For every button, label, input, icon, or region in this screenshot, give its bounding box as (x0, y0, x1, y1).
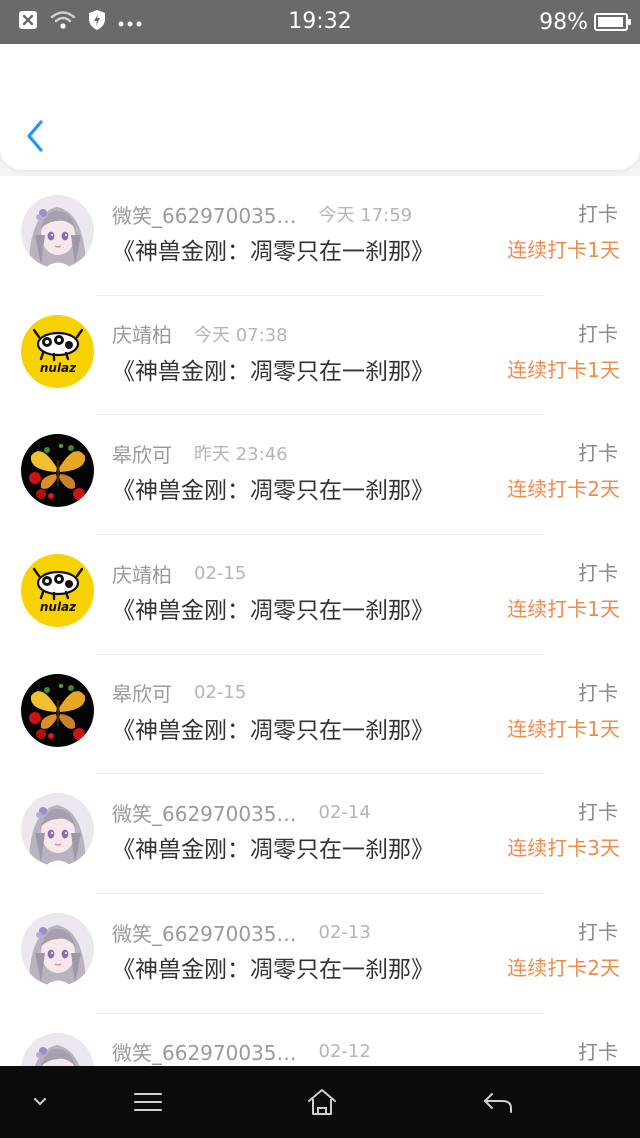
back-button[interactable] (20, 116, 50, 156)
checkin-meta: 微笑_662970035… 02-13 (112, 918, 371, 946)
timestamp: 02-14 (318, 801, 371, 823)
chevron-down-icon (34, 1098, 46, 1106)
checkin-meta: 庆靖柏 02-15 (112, 559, 246, 587)
timestamp: 今天 17:59 (318, 205, 413, 226)
avatar[interactable] (21, 434, 94, 508)
avatar[interactable] (21, 793, 94, 867)
checkin-row[interactable]: nulaz 庆靖柏 今天 07:38 《神兽金刚：凋零只在一刹那》 打卡连续打卡1天 (0, 295, 640, 416)
menu-icon (134, 1093, 162, 1111)
timestamp: 02-15 (194, 682, 247, 704)
battery-percentage: 98% (539, 9, 588, 35)
streak-label: 连续打卡1天 (507, 238, 620, 262)
checkin-meta: 庆靖柏 今天 07:38 (112, 320, 288, 348)
book-title[interactable]: 《神兽金刚：凋零只在一刹那》 (112, 352, 434, 386)
avatar[interactable]: nulaz (21, 554, 94, 628)
chevron-left-icon (27, 120, 43, 152)
username[interactable]: 庆靖柏 (112, 319, 172, 348)
streak-label: 连续打卡1天 (507, 597, 620, 622)
svg-text:nulaz: nulaz (40, 600, 77, 614)
navigation-bar (0, 1066, 640, 1138)
checkin-row[interactable]: 微笑_662970035… 今天 17:59 《神兽金刚：凋零只在一刹那》 打卡连续打… (0, 176, 640, 296)
username[interactable]: 皋欣可 (112, 439, 172, 468)
book-title[interactable]: 《神兽金刚：凋零只在一刹那》 (112, 830, 434, 864)
checkin-row[interactable]: nulaz 庆靖柏 02-15 《神兽金刚：凋零只在一刹那》 打卡连续打卡1天 (0, 535, 640, 655)
checkin-label: 打卡 (578, 561, 618, 586)
username[interactable]: 庆靖柏 (112, 559, 172, 588)
book-title[interactable]: 《神兽金刚：凋零只在一刹那》 (112, 950, 434, 984)
username[interactable]: 皋欣可 (112, 678, 172, 707)
book-title[interactable]: 《神兽金刚：凋零只在一刹那》 (112, 232, 434, 266)
checkin-label: 打卡 (578, 800, 618, 825)
username[interactable]: 微笑_662970035… (112, 918, 297, 947)
checkin-meta: 微笑_662970035… 02-12 (112, 1038, 371, 1066)
nav-collapse-button[interactable] (22, 1066, 58, 1138)
checkin-row[interactable]: 皋欣可 02-15 《神兽金刚：凋零只在一刹那》 打卡连续打卡1天 (0, 654, 640, 775)
nav-back-button[interactable] (476, 1066, 520, 1138)
checkin-meta: 微笑_662970035… 今天 17:59 (112, 200, 412, 228)
book-title[interactable]: 《神兽金刚：凋零只在一刹那》 (112, 711, 434, 745)
book-title[interactable]: 《神兽金刚：凋零只在一刹那》 (112, 591, 434, 625)
avatar[interactable] (21, 673, 94, 747)
nav-menu-button[interactable] (126, 1066, 170, 1138)
streak-label: 连续打卡2天 (507, 956, 620, 981)
timestamp: 02-13 (318, 921, 371, 943)
checkin-meta: 皋欣可 02-15 (112, 679, 246, 707)
battery-icon (594, 13, 631, 31)
status-icons-right: 98% (539, 0, 631, 44)
back-arrow-icon (484, 1093, 512, 1113)
streak-label: 连续打卡2天 (507, 477, 620, 502)
checkin-meta: 皋欣可 昨天 23:46 (112, 439, 288, 467)
checkin-label: 打卡 (578, 321, 618, 346)
username[interactable]: 微笑_662970035… (112, 1037, 297, 1066)
book-title[interactable]: 《神兽金刚：凋零只在一刹那》 (112, 471, 434, 505)
nav-home-button[interactable] (300, 1066, 344, 1138)
streak-label: 连续打卡1天 (507, 357, 620, 382)
svg-text:nulaz: nulaz (40, 361, 77, 375)
checkin-row[interactable]: 微笑_662970035… 02-14 《神兽金刚：凋零只在一刹那》 打卡连续打卡3天 (0, 774, 640, 895)
timestamp: 昨天 23:46 (194, 444, 288, 466)
checkin-meta: 微笑_662970035… 02-14 (112, 798, 371, 826)
checkin-label: 打卡 (578, 441, 618, 466)
timestamp: 02-15 (194, 562, 247, 584)
checkin-row[interactable]: 微笑_662970035… 02-12 打卡 (0, 1013, 640, 1066)
username[interactable]: 微笑_662970035… (112, 798, 297, 827)
avatar[interactable]: nulaz (21, 314, 94, 388)
avatar[interactable] (21, 195, 94, 268)
checkin-label: 打卡 (578, 680, 618, 705)
header (0, 44, 640, 170)
timestamp: 今天 07:38 (194, 324, 288, 346)
checkin-row[interactable]: 皋欣可 昨天 23:46 《神兽金刚：凋零只在一刹那》 打卡连续打卡2天 (0, 415, 640, 536)
avatar[interactable] (21, 1032, 94, 1066)
checkin-label: 打卡 (578, 920, 618, 945)
checkin-row[interactable]: 微笑_662970035… 02-13 《神兽金刚：凋零只在一刹那》 打卡连续打卡2天 (0, 894, 640, 1014)
home-icon (308, 1089, 336, 1115)
timestamp: 02-12 (318, 1041, 371, 1063)
checkin-label: 打卡 (578, 202, 618, 226)
username[interactable]: 微笑_662970035… (112, 200, 297, 229)
status-bar: 19:32 98% (0, 0, 640, 44)
checkin-label: 打卡 (578, 1039, 618, 1064)
avatar[interactable] (21, 913, 94, 987)
streak-label: 连续打卡3天 (507, 836, 620, 861)
checkin-list[interactable]: 微笑_662970035… 今天 17:59 《神兽金刚：凋零只在一刹那》 打卡 连续打… (0, 176, 640, 1066)
streak-label: 连续打卡1天 (507, 716, 620, 741)
